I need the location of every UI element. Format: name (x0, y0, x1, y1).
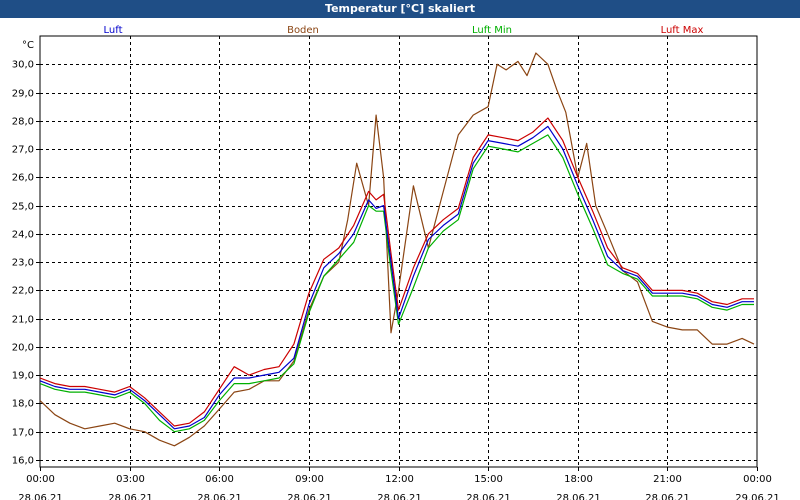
y-tick-label: 27,0 (12, 145, 34, 156)
x-tick-time: 15:00 (474, 474, 503, 485)
y-tick-label: 21,0 (12, 315, 34, 326)
x-tick-time: 12:00 (385, 474, 414, 485)
x-tick-date: 28.06.21 (645, 493, 690, 500)
y-tick-label: 20,0 (12, 343, 34, 354)
legend-item-luft-max: Luft Max (661, 25, 704, 36)
x-tick-time: 18:00 (564, 474, 593, 485)
x-tick-time: 09:00 (295, 474, 324, 485)
y-tick-label: 23,0 (12, 258, 34, 269)
legend: Luft Boden Luft Min Luft Max (104, 25, 704, 36)
x-tick-date: 28.06.21 (466, 493, 511, 500)
legend-item-boden: Boden (287, 25, 319, 36)
y-tick-label: 22,0 (12, 286, 34, 297)
y-tick-label: 17,0 (12, 428, 34, 439)
x-tick-date: 28.06.21 (108, 493, 153, 500)
y-tick-label: 16,0 (12, 456, 34, 467)
x-tick-time: 06:00 (205, 474, 234, 485)
y-unit-label: °C (22, 40, 34, 51)
x-tick-date: 28.06.21 (197, 493, 242, 500)
legend-item-luft: Luft (104, 25, 123, 36)
x-tick-date: 28.06.21 (287, 493, 332, 500)
legend-item-luft-min: Luft Min (472, 25, 512, 36)
chart-title: Temperatur [°C] skaliert (0, 0, 800, 18)
x-tick-date: 29.06.21 (735, 493, 780, 500)
grid (39, 35, 758, 468)
y-tick-label: 25,0 (12, 202, 34, 213)
y-tick-label: 24,0 (12, 230, 34, 241)
chart-area: Luft Boden Luft Min Luft Max 16,0 17,0 18,0 19… (12, 25, 780, 500)
plot-frame (39, 35, 758, 468)
x-tick-date: 28.06.21 (18, 493, 63, 500)
y-tick-label: 18,0 (12, 399, 34, 410)
x-tick-date: 28.06.21 (377, 493, 422, 500)
y-tick-label: 28,0 (12, 117, 34, 128)
y-tick-label: 30,0 (12, 60, 34, 71)
x-tick-time: 00:00 (26, 474, 55, 485)
y-tick-label: 19,0 (12, 371, 34, 382)
x-tick-time: 03:00 (116, 474, 145, 485)
y-tick-label: 26,0 (12, 173, 34, 184)
y-tick-label: 29,0 (12, 89, 34, 100)
x-tick-time: 21:00 (653, 474, 682, 485)
x-tick-time: 00:00 (743, 474, 772, 485)
x-tick-date: 28.06.21 (556, 493, 601, 500)
